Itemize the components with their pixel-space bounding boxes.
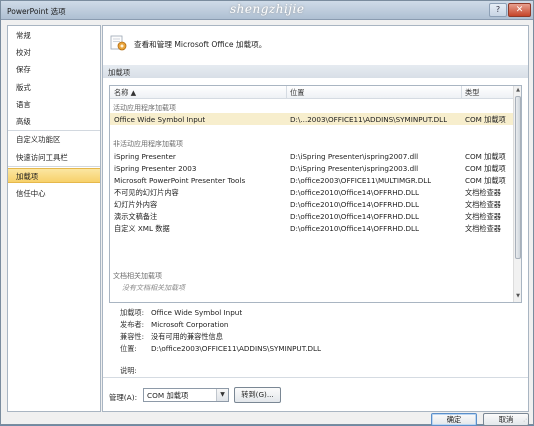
group-document-addins: 文档相关加载项 xyxy=(113,272,162,280)
help-button[interactable]: ? xyxy=(489,3,507,17)
group-active-addins: 活动应用程序加载项 xyxy=(113,104,176,112)
sidebar-divider xyxy=(8,130,100,131)
options-dialog: PowerPoint 选项 shengzhijie ? ✕ 常规 校对 保存 版… xyxy=(0,0,534,426)
addins-table: 名称 ▲ 位置 类型 活动应用程序加载项 Office Wide Symbol … xyxy=(109,85,522,303)
sidebar-item-customize-ribbon[interactable]: 自定义功能区 xyxy=(8,132,100,147)
table-row[interactable]: Microsoft PowerPoint Presenter Tools D:\… xyxy=(110,174,513,186)
addin-location: D:\office2010\Office14\OFFRHD.DLL xyxy=(290,187,420,197)
table-row[interactable]: Office Wide Symbol Input D:\...2003\OFFI… xyxy=(110,113,513,125)
addin-name: 幻灯片外内容 xyxy=(114,199,158,209)
sidebar-item-trust-center[interactable]: 信任中心 xyxy=(8,186,100,201)
window-title: PowerPoint 选项 xyxy=(7,7,66,16)
table-row[interactable]: 自定义 XML 数据 D:\office2010\Office14\OFFRHD… xyxy=(110,222,513,234)
sidebar-divider xyxy=(8,166,100,167)
sidebar-item-general[interactable]: 常规 xyxy=(8,28,100,43)
table-row[interactable]: 幻灯片外内容 D:\office2010\Office14\OFFRHD.DLL… xyxy=(110,198,513,210)
resize-grip-icon[interactable]: ⋰ xyxy=(523,415,532,424)
table-row[interactable]: 演示文稿备注 D:\office2010\Office14\OFFRHD.DLL… xyxy=(110,210,513,222)
sidebar-item-layout[interactable]: 版式 xyxy=(8,80,100,95)
close-button[interactable]: ✕ xyxy=(508,3,531,17)
sidebar-item-language[interactable]: 语言 xyxy=(8,97,100,112)
sidebar-item-addins[interactable]: 加载项 xyxy=(8,168,100,183)
detail-value-compatibility: 没有可用的兼容性信息 xyxy=(151,332,223,341)
table-row[interactable]: 不可见的幻灯片内容 D:\office2010\Office14\OFFRHD.… xyxy=(110,186,513,198)
no-document-addins-text: 没有文档相关加载项 xyxy=(122,284,185,292)
addin-location: D:\iSpring Presenter\ispring2007.dll xyxy=(290,151,419,161)
addin-location: D:\office2003\OFFICE11\MULTIMGR.DLL xyxy=(290,175,432,185)
addin-location: D:\iSpring Presenter\ispring2003.dll xyxy=(290,163,419,173)
manage-bar: 管理(A): COM 加载项 ▼ 转到(G)... xyxy=(103,377,528,411)
addin-type: 文档检查器 xyxy=(465,211,501,221)
options-sidebar: 常规 校对 保存 版式 语言 高级 自定义功能区 快速访问工具栏 加载项 信任中… xyxy=(7,25,101,412)
addin-name: 自定义 XML 数据 xyxy=(114,223,170,233)
table-row[interactable]: iSpring Presenter D:\iSpring Presenter\i… xyxy=(110,150,513,162)
addin-name: 演示文稿备注 xyxy=(114,211,158,221)
goto-button[interactable]: 转到(G)... xyxy=(234,387,281,403)
chevron-down-icon[interactable]: ▼ xyxy=(216,389,228,401)
addin-name: Office Wide Symbol Input xyxy=(114,114,206,124)
addin-name: Microsoft PowerPoint Presenter Tools xyxy=(114,175,246,185)
addins-section-header: 加载项 xyxy=(103,65,528,78)
manage-select[interactable]: COM 加载项 ▼ xyxy=(143,388,229,402)
manage-label: 管理(A): xyxy=(109,393,138,402)
page-header-text: 查看和管理 Microsoft Office 加载项。 xyxy=(134,40,267,49)
sidebar-item-advanced[interactable]: 高级 xyxy=(8,114,100,129)
scrollbar-thumb[interactable] xyxy=(515,96,521,259)
group-inactive-addins: 非活动应用程序加载项 xyxy=(113,140,183,148)
addins-panel: 查看和管理 Microsoft Office 加载项。 加载项 名称 ▲ 位置 … xyxy=(102,25,529,412)
addin-location: D:\office2010\Office14\OFFRHD.DLL xyxy=(290,211,420,221)
addin-type: 文档检查器 xyxy=(465,223,501,233)
table-row[interactable]: iSpring Presenter 2003 D:\iSpring Presen… xyxy=(110,162,513,174)
addin-type: COM 加载项 xyxy=(465,175,506,185)
column-divider[interactable] xyxy=(286,86,287,99)
detail-value-publisher: Microsoft Corporation xyxy=(151,320,229,329)
detail-label-location: 位置: xyxy=(120,344,137,353)
title-bar[interactable]: PowerPoint 选项 shengzhijie ? ✕ xyxy=(1,1,533,20)
addin-type: 文档检查器 xyxy=(465,187,501,197)
detail-label-addin: 加载项: xyxy=(120,308,144,317)
addin-location: D:\office2010\Office14\OFFRHD.DLL xyxy=(290,223,420,233)
column-header-name[interactable]: 名称 ▲ xyxy=(114,88,136,98)
watermark-text: shengzhijie xyxy=(230,2,305,16)
addin-location: D:\office2010\Office14\OFFRHD.DLL xyxy=(290,199,420,209)
detail-label-compatibility: 兼容性: xyxy=(120,332,144,341)
addin-type: COM 加载项 xyxy=(465,151,506,161)
detail-value-addin: Office Wide Symbol Input xyxy=(151,308,243,317)
detail-label-publisher: 发布者: xyxy=(120,320,144,329)
column-divider[interactable] xyxy=(461,86,462,99)
addin-type: COM 加载项 xyxy=(465,163,506,173)
manage-selected-value: COM 加载项 xyxy=(147,391,189,400)
sidebar-item-quick-access-toolbar[interactable]: 快速访问工具栏 xyxy=(8,150,100,165)
addin-name: iSpring Presenter 2003 xyxy=(114,163,197,173)
sidebar-item-save[interactable]: 保存 xyxy=(8,62,100,77)
addin-name: iSpring Presenter xyxy=(114,151,176,161)
detail-label-description: 说明: xyxy=(120,366,137,375)
column-header-location[interactable]: 位置 xyxy=(290,88,304,98)
sidebar-item-proofing[interactable]: 校对 xyxy=(8,45,100,60)
section-title: 加载项 xyxy=(108,68,131,77)
addin-location: D:\...2003\OFFICE11\ADDINS\SYMINPUT.DLL xyxy=(290,114,448,124)
scroll-up-arrow-icon[interactable]: ▲ xyxy=(514,86,521,95)
scroll-down-arrow-icon[interactable]: ▼ xyxy=(514,292,521,301)
addin-name: 不可见的幻灯片内容 xyxy=(114,187,179,197)
detail-value-location: D:\office2003\OFFICE11\ADDINS\SYMINPUT.D… xyxy=(151,344,322,353)
column-header-type[interactable]: 类型 xyxy=(465,88,479,98)
addin-type: COM 加载项 xyxy=(465,114,506,124)
table-vertical-scrollbar[interactable]: ▲ ▼ xyxy=(513,86,521,302)
table-header: 名称 ▲ 位置 类型 xyxy=(110,86,513,99)
addins-gear-icon xyxy=(110,35,127,51)
ok-button[interactable]: 确定 xyxy=(431,413,477,426)
addin-type: 文档检查器 xyxy=(465,199,501,209)
